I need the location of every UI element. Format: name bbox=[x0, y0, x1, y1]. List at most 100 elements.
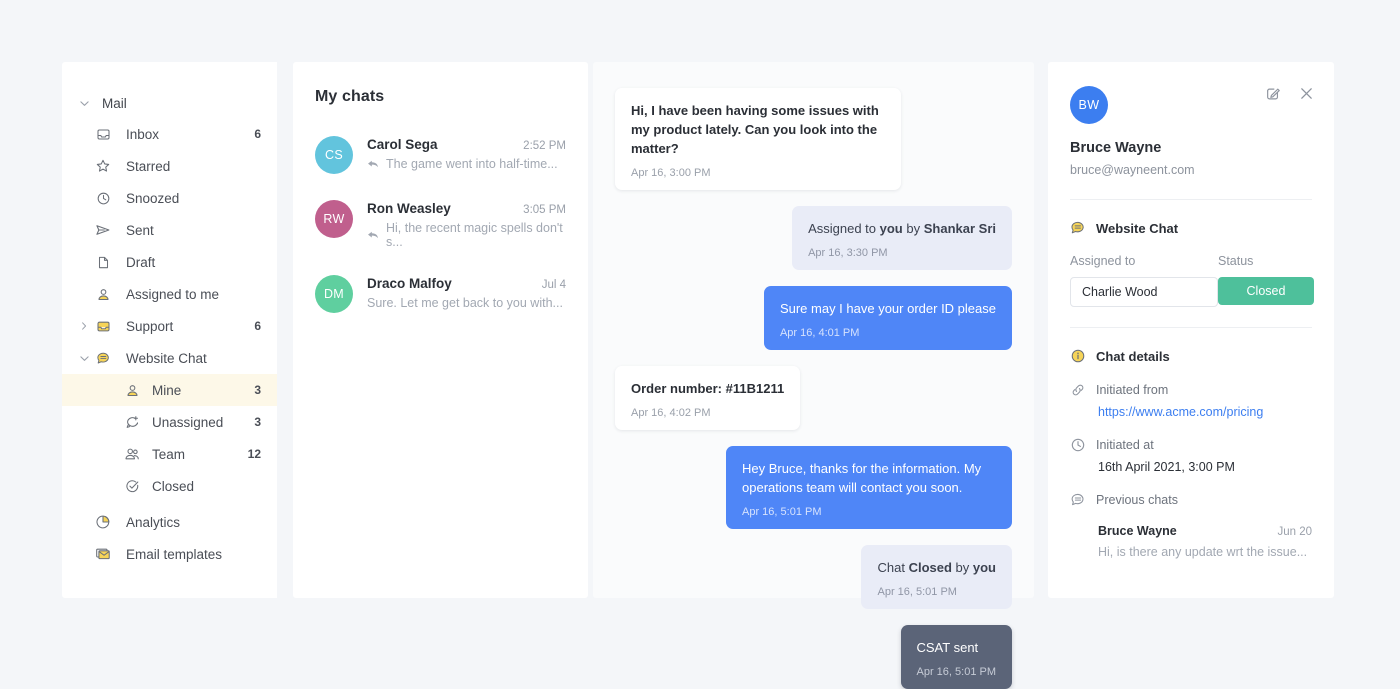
sidebar-item-closed[interactable]: Closed bbox=[62, 470, 277, 502]
chat-list-item[interactable]: CS Carol Sega 2:52 PM The game went into… bbox=[315, 136, 566, 174]
sidebar-group-label: Mail bbox=[102, 95, 127, 111]
avatar: RW bbox=[315, 200, 353, 238]
previous-chat-item[interactable]: Bruce Wayne Jun 20 Hi, is there any upda… bbox=[1098, 524, 1312, 559]
message-bubble-agent[interactable]: Sure may I have your order ID please Apr … bbox=[763, 286, 1012, 350]
previous-chats-line: Previous chats Bruce Wayne Jun 20 Hi, is… bbox=[1070, 492, 1312, 559]
sidebar-item-analytics[interactable]: Analytics bbox=[62, 506, 277, 538]
star-icon bbox=[92, 158, 114, 174]
sidebar: Mail Inbox 6 Starred Snoozed Sent Draft Assign… bbox=[62, 62, 277, 598]
app-root: Mail Inbox 6 Starred Snoozed Sent Draft Assign… bbox=[62, 62, 1334, 689]
chevron-down-icon bbox=[76, 354, 92, 363]
previous-chat-date: Jun 20 bbox=[1277, 526, 1312, 538]
message-timestamp: Apr 16, 5:01 PM bbox=[742, 506, 822, 518]
initiated-at-label: Initiated at bbox=[1096, 438, 1154, 452]
message-text: Assigned to you by Shankar Sri bbox=[808, 221, 996, 236]
initiated-from-link[interactable]: https://www.acme.com/pricing bbox=[1098, 405, 1312, 419]
chat-details-header: Chat details bbox=[1070, 348, 1312, 364]
initiated-from-line: Initiated from https://www.acme.com/pric… bbox=[1070, 382, 1312, 419]
sidebar-item-count: 12 bbox=[247, 447, 261, 461]
chat-list-item[interactable]: DM Draco Malfoy Jul 4 Sure. Let me get b… bbox=[315, 275, 566, 313]
sidebar-item-label: Team bbox=[152, 446, 186, 462]
sidebar-item-count: 3 bbox=[254, 383, 261, 397]
sidebar-item-label: Sent bbox=[126, 222, 154, 238]
sidebar-item-mine[interactable]: Mine 3 bbox=[62, 374, 277, 406]
sidebar-item-unassigned[interactable]: Unassigned 3 bbox=[62, 406, 277, 438]
chat-item-preview: Sure. Let me get back to you with... bbox=[367, 296, 563, 310]
chat-item-preview-row: Sure. Let me get back to you with... bbox=[367, 296, 566, 310]
avatar: DM bbox=[315, 275, 353, 313]
sidebar-item-label: Support bbox=[126, 318, 174, 334]
assignment-row: Assigned to Charlie Wood Status Closed bbox=[1070, 254, 1314, 307]
sidebar-item-label: Snoozed bbox=[126, 190, 180, 206]
chat-item-preview: The game went into half-time... bbox=[386, 157, 558, 171]
sidebar-item-inbox[interactable]: Inbox 6 bbox=[62, 118, 277, 150]
avatar-initials: CS bbox=[325, 148, 343, 162]
sidebar-item-starred[interactable]: Starred bbox=[62, 150, 277, 182]
chevron-down-icon bbox=[76, 99, 92, 108]
message-text: Hey Bruce, thanks for the information. M… bbox=[742, 461, 982, 495]
sidebar-item-label: Closed bbox=[152, 478, 195, 494]
chat-item-time: 2:52 PM bbox=[523, 140, 566, 152]
initiated-at-label-row: Initiated at bbox=[1070, 437, 1312, 453]
envelope-icon bbox=[92, 546, 114, 562]
chat-bubble-icon bbox=[92, 351, 114, 366]
assigned-to-label: Assigned to bbox=[1070, 254, 1136, 268]
message-row: Sure may I have your order ID please Apr … bbox=[615, 286, 1012, 350]
info-icon bbox=[1070, 348, 1086, 364]
assigned-to-input[interactable]: Charlie Wood bbox=[1070, 277, 1218, 307]
tray-icon bbox=[92, 319, 114, 334]
check-circle-icon bbox=[122, 479, 142, 494]
sidebar-item-website-chat[interactable]: Website Chat bbox=[62, 342, 277, 374]
message-bubble-dark[interactable]: CSAT sent Apr 16, 5:01 PM bbox=[900, 625, 1012, 689]
chat-item-time: 3:05 PM bbox=[523, 204, 566, 216]
sidebar-item-sent[interactable]: Sent bbox=[62, 214, 277, 246]
previous-chats-label-row: Previous chats bbox=[1070, 492, 1312, 508]
chat-list-title: My chats bbox=[315, 88, 385, 105]
message-text: Hi, I have been having some issues with … bbox=[631, 103, 879, 156]
message-bubble-agent[interactable]: Hey Bruce, thanks for the information. M… bbox=[726, 446, 1012, 529]
sidebar-item-label: Draft bbox=[126, 254, 156, 270]
chat-list-panel: My chats CS Carol Sega 2:52 PM The game … bbox=[293, 62, 588, 598]
sidebar-item-team[interactable]: Team 12 bbox=[62, 438, 277, 470]
message-row: CSAT sent Apr 16, 5:01 PM bbox=[615, 625, 1012, 689]
edit-icon[interactable] bbox=[1265, 86, 1281, 102]
sidebar-item-support[interactable]: Support 6 bbox=[62, 310, 277, 342]
sidebar-item-label: Analytics bbox=[126, 514, 181, 530]
sidebar-group-mail[interactable]: Mail bbox=[62, 88, 277, 118]
sidebar-item-email-templates[interactable]: Email templates bbox=[62, 538, 277, 570]
message-bubble-cust[interactable]: Hi, I have been having some issues with … bbox=[615, 88, 901, 190]
channel-section: Website Chat Assigned to Charlie Wood St… bbox=[1070, 200, 1314, 328]
message-timestamp: Apr 16, 4:02 PM bbox=[631, 407, 711, 419]
message-bubble-sys[interactable]: Assigned to you by Shankar Sri Apr 16, 3:… bbox=[792, 206, 1012, 270]
sidebar-item-label: Starred bbox=[126, 158, 171, 174]
message-row: Hi, I have been having some issues with … bbox=[615, 88, 1012, 190]
clock-icon bbox=[92, 191, 114, 206]
chat-list-item[interactable]: RW Ron Weasley 3:05 PM Hi, the recent ma… bbox=[315, 200, 566, 249]
chat-bubble-icon bbox=[1070, 220, 1086, 236]
sidebar-item-count: 3 bbox=[254, 415, 261, 429]
message-row: Order number: #11B1211 Apr 16, 4:02 PM bbox=[615, 366, 1012, 430]
contact-header: BW Bruce Wayne bruce@wayneent.com bbox=[1070, 62, 1312, 200]
chat-details-section: Chat details Initiated from https://www.… bbox=[1070, 328, 1312, 579]
initiated-at-value: 16th April 2021, 3:00 PM bbox=[1098, 460, 1235, 474]
chat-item-preview-row: The game went into half-time... bbox=[367, 157, 566, 171]
chat-item-name: Carol Sega bbox=[367, 137, 438, 152]
reply-icon bbox=[367, 230, 379, 241]
sidebar-item-assigned-to-me[interactable]: Assigned to me bbox=[62, 278, 277, 310]
status-badge[interactable]: Closed bbox=[1218, 277, 1314, 305]
initiated-at-line: Initiated at 16th April 2021, 3:00 PM bbox=[1070, 437, 1312, 474]
sidebar-item-snoozed[interactable]: Snoozed bbox=[62, 182, 277, 214]
close-icon[interactable] bbox=[1299, 86, 1314, 102]
sidebar-item-label: Email templates bbox=[126, 546, 223, 562]
message-bubble-cust[interactable]: Order number: #11B1211 Apr 16, 4:02 PM bbox=[615, 366, 801, 430]
pie-chart-icon bbox=[92, 514, 114, 530]
sidebar-item-draft[interactable]: Draft bbox=[62, 246, 277, 278]
message-bubble-sys[interactable]: Chat Closed by you Apr 16, 5:01 PM bbox=[861, 545, 1012, 609]
sidebar-item-label: Assigned to me bbox=[126, 286, 220, 302]
sidebar-item-count: 6 bbox=[254, 319, 261, 333]
initiated-from-label: Initiated from bbox=[1096, 383, 1169, 397]
person-icon bbox=[92, 287, 114, 302]
sidebar-item-label: Website Chat bbox=[126, 350, 207, 366]
link-icon bbox=[1070, 382, 1086, 398]
chat-item-preview-row: Hi, the recent magic spells don't s... bbox=[367, 221, 566, 249]
